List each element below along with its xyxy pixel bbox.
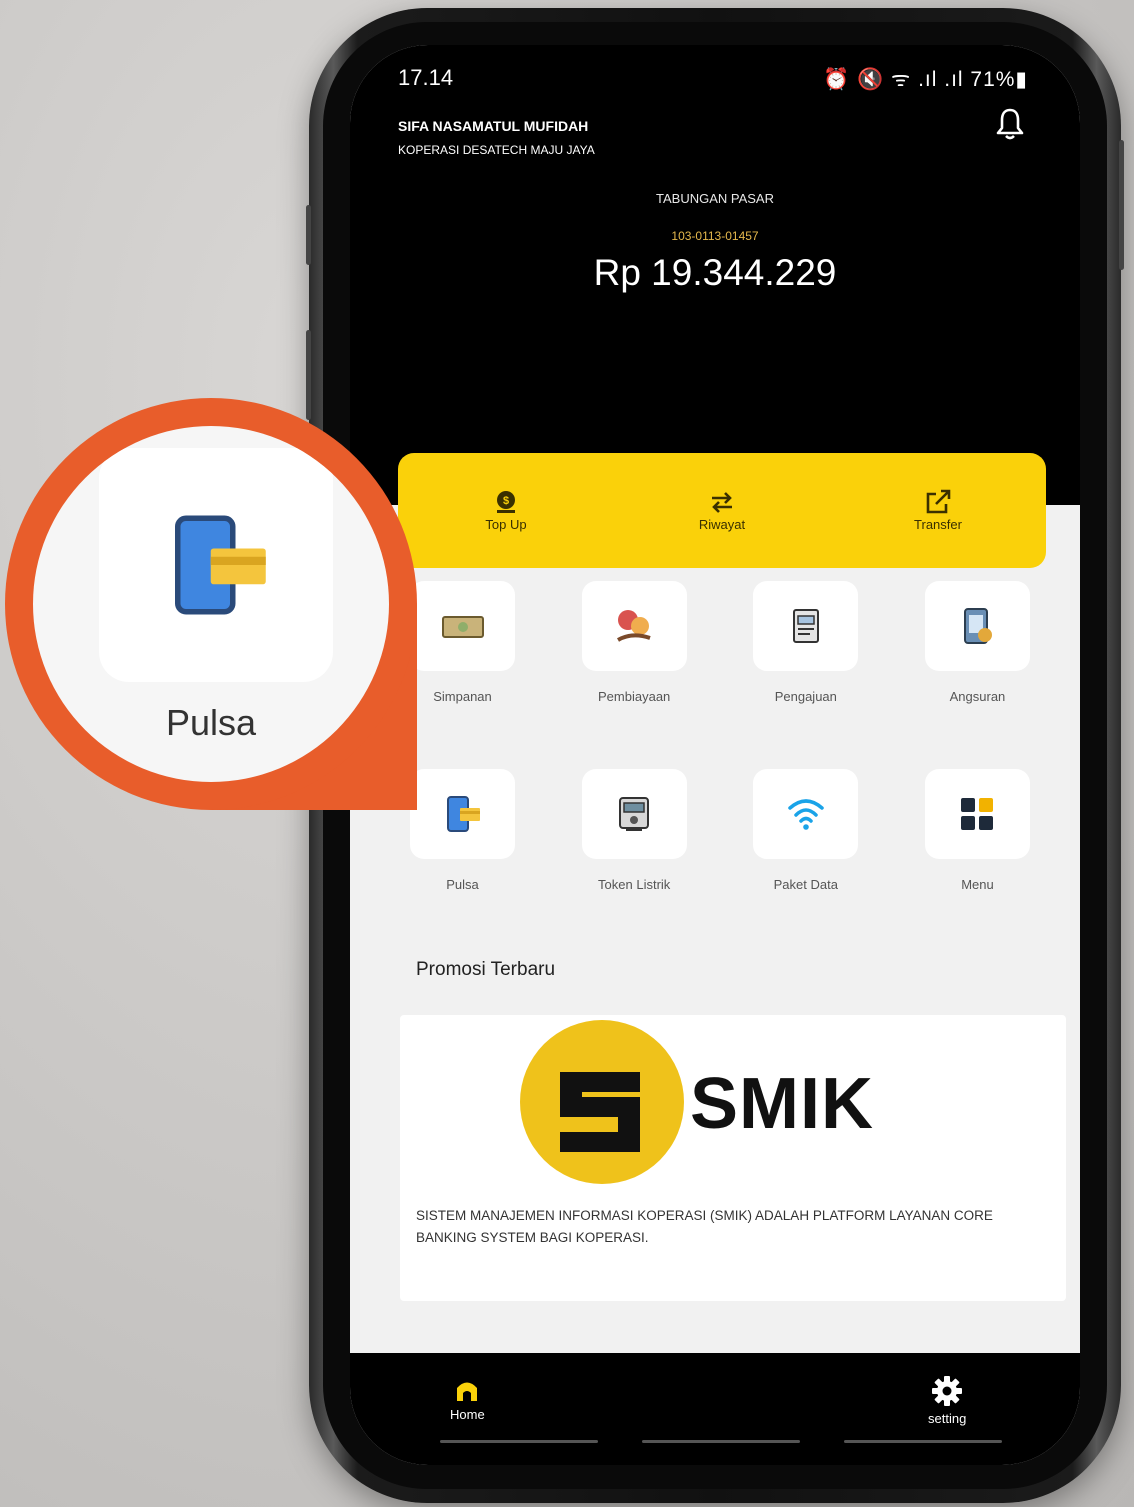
callout-pulsa-tile: [99, 448, 333, 682]
tile-box: [753, 581, 859, 671]
nav-setting-label: setting: [928, 1411, 967, 1426]
menu-item-simpanan[interactable]: Simpanan: [410, 581, 515, 704]
nav-home[interactable]: Home: [450, 1375, 485, 1422]
menu-grid-row: Pulsa Token Listrik Paket Data Menu: [410, 769, 1030, 892]
gesture-bar: [642, 1440, 800, 1443]
menu-grid-row: Simpanan Pembiayaan Pengajuan Angsuran: [410, 581, 1030, 704]
coop-name: KOPERASI DESATECH MAJU JAYA: [398, 143, 595, 157]
balance-amount: Rp 19.344.229: [593, 252, 837, 293]
zoom-callout: Pulsa: [5, 398, 417, 810]
menu-label: Token Listrik: [598, 877, 671, 892]
topup-label: Top Up: [485, 517, 527, 532]
menu-label: Menu: [961, 877, 994, 892]
quick-actions: $ Top Up Riwayat Transfer: [398, 453, 1046, 568]
callout-label: Pulsa: [165, 702, 257, 743]
promo-card[interactable]: SMIK SISTEM MANAJEMEN INFORMASI KOPERASI…: [400, 1015, 1066, 1301]
app-screen: 17.14 ⏰ 🔇 ᯤ .ıl .ıl 71%▮ SIFA NASAMATUL …: [350, 45, 1080, 1465]
volume-button: [306, 205, 311, 265]
phone-card-icon: [175, 515, 266, 615]
phone-card-icon: [446, 796, 480, 832]
loan-hand-icon: [617, 610, 651, 642]
swap-arrows-icon: [712, 492, 732, 513]
menu-label: Simpanan: [433, 689, 492, 704]
wifi-icon: [788, 799, 824, 830]
status-icons: ⏰ 🔇 ᯤ .ıl .ıl 71%▮: [823, 68, 1028, 91]
installment-icon: [964, 608, 993, 644]
menu-item-token-listrik[interactable]: Token Listrik: [581, 769, 687, 892]
tile-box: [410, 769, 515, 859]
menu-item-pulsa[interactable]: Pulsa: [410, 769, 515, 892]
promo-description: SISTEM MANAJEMEN INFORMASI KOPERASI (SMI…: [416, 1208, 993, 1245]
riwayat-label: Riwayat: [698, 517, 746, 532]
home-icon: [457, 1382, 478, 1401]
menu-item-pembiayaan[interactable]: Pembiayaan: [581, 581, 687, 704]
tile-box: [581, 769, 687, 859]
menu-item-menu[interactable]: Menu: [924, 769, 1030, 892]
nav-home-label: Home: [450, 1407, 485, 1422]
tile-box: [924, 769, 1030, 859]
menu-label: Pengajuan: [774, 689, 837, 704]
topup-button[interactable]: $ Top Up: [446, 489, 566, 532]
menu-label: Paket Data: [773, 877, 838, 892]
gesture-bar: [844, 1440, 1002, 1443]
promo-section-title: Promosi Terbaru: [416, 959, 556, 980]
bottom-navigation: Home setting: [350, 1353, 1080, 1465]
gesture-bar: [440, 1440, 598, 1443]
tile-box: [581, 581, 687, 671]
money-bag-icon: $: [497, 491, 515, 513]
riwayat-button[interactable]: Riwayat: [662, 489, 782, 532]
transfer-button[interactable]: Transfer: [878, 489, 998, 532]
nav-setting[interactable]: setting: [928, 1375, 966, 1426]
electric-meter-icon: [619, 797, 650, 831]
menu-item-paket-data[interactable]: Paket Data: [753, 769, 859, 892]
tile-box: [924, 581, 1030, 671]
tile-box: [753, 769, 859, 859]
menu-item-angsuran[interactable]: Angsuran: [924, 581, 1030, 704]
status-time: 17.14: [398, 65, 454, 90]
gear-icon: [932, 1376, 963, 1406]
grid-menu-icon: [961, 798, 994, 830]
user-name: SIFA NASAMATUL MUFIDAH: [398, 118, 589, 134]
callout-content: Pulsa: [33, 426, 389, 782]
bell-icon[interactable]: [995, 107, 1025, 141]
menu-item-pengajuan[interactable]: Pengajuan: [753, 581, 859, 704]
banknote-icon: [441, 616, 484, 638]
menu-label: Angsuran: [949, 689, 1006, 704]
power-button: [1119, 140, 1124, 270]
menu-label: Pulsa: [446, 877, 479, 892]
account-number: 103-0113-01457: [671, 229, 759, 243]
account-label: TABUNGAN PASAR: [656, 191, 774, 206]
external-link-icon: [926, 489, 951, 514]
transfer-label: Transfer: [914, 517, 962, 532]
promo-brand: SMIK: [690, 1064, 874, 1144]
tile-box: [410, 581, 515, 671]
svg-text:$: $: [503, 495, 509, 507]
document-form-icon: [792, 609, 819, 643]
menu-label: Pembiayaan: [598, 689, 671, 704]
